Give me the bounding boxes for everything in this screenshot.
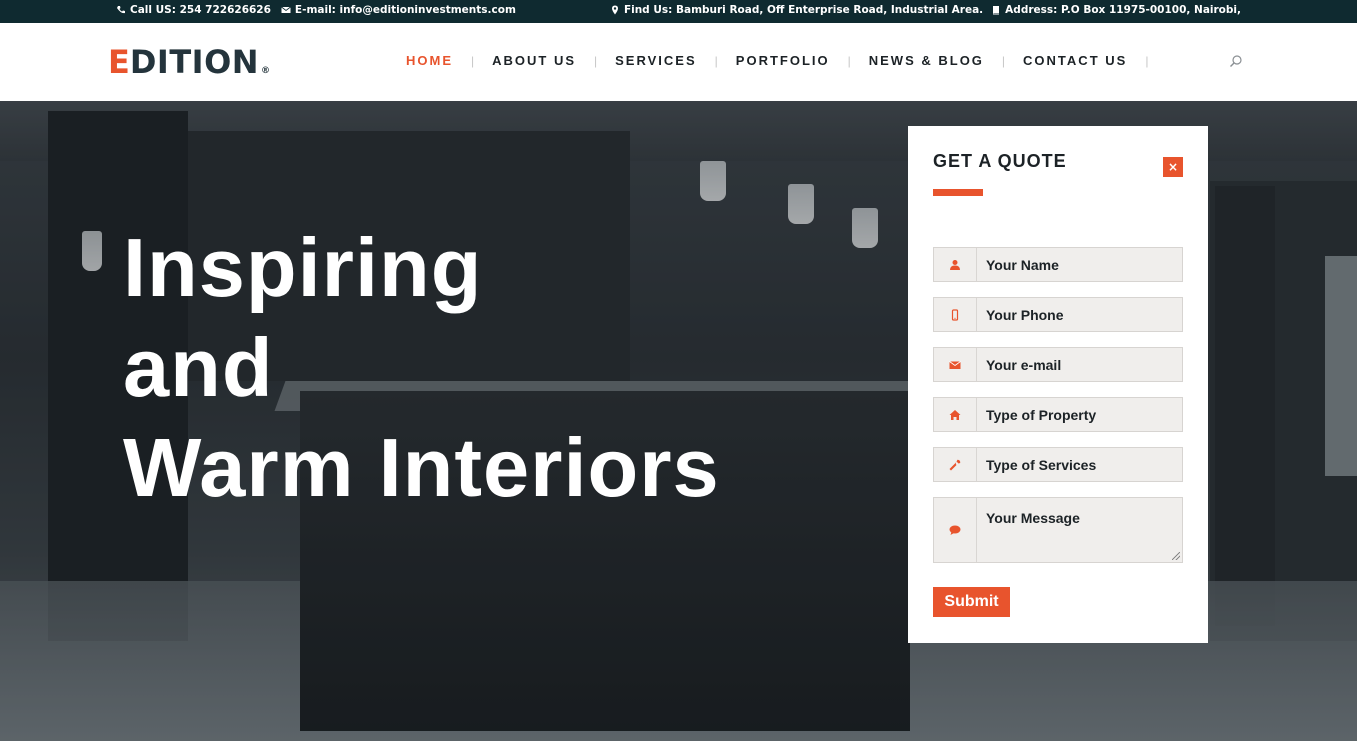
title-underline (933, 189, 983, 196)
book-icon (993, 6, 1000, 15)
comment-icon (949, 525, 961, 535)
nav-services[interactable]: SERVICES (606, 53, 706, 68)
nav-separator: | (471, 53, 475, 68)
property-type-field[interactable]: Type of Property (933, 397, 1183, 432)
nav-contact-us[interactable]: CONTACT US (1014, 53, 1136, 68)
close-button[interactable]: × (1163, 157, 1183, 177)
nav-news-blog[interactable]: NEWS & BLOG (860, 53, 993, 68)
email-field[interactable]: Your e-mail (933, 347, 1183, 382)
search-icon[interactable] (1229, 54, 1243, 68)
phone-field-icon-box (934, 298, 977, 331)
logo-letter-e: E (108, 43, 130, 81)
phone-field-placeholder: Your Phone (986, 306, 1064, 323)
address-info: Address: P.O Box 11975-00100, Nairobi, (991, 4, 1241, 16)
envelope-icon (949, 360, 961, 369)
quote-form-title: GET A QUOTE (933, 151, 1067, 171)
map-marker-icon (611, 5, 618, 15)
hero-line-1: Inspiring (123, 221, 483, 314)
user-icon (950, 259, 960, 270)
nav-separator: | (594, 53, 598, 68)
name-field[interactable]: Your Name (933, 247, 1183, 282)
submit-button[interactable]: Submit (933, 587, 1010, 617)
nav-home[interactable]: HOME (397, 53, 462, 68)
main-nav: HOME | ABOUT US | SERVICES | PORTFOLIO |… (397, 53, 1157, 68)
mobile-icon (951, 308, 959, 321)
nav-portfolio[interactable]: PORTFOLIO (727, 53, 839, 68)
phone-text: Call US: 254 722626626 (130, 4, 271, 16)
nav-separator: | (1001, 53, 1006, 68)
textarea-resize-handle[interactable] (1172, 552, 1180, 560)
hero-line-2: and (123, 321, 274, 414)
registered-mark: ® (261, 66, 271, 76)
location-info: Find Us: Bamburi Road, Off Enterprise Ro… (610, 4, 983, 16)
nav-separator: | (714, 53, 718, 68)
property-field-icon-box (934, 398, 977, 431)
home-icon (949, 409, 961, 420)
message-field-icon-box (934, 498, 977, 562)
nav-about-us[interactable]: ABOUT US (483, 53, 585, 68)
quote-form-panel: GET A QUOTE × Your Name Your Phone Your … (908, 126, 1208, 643)
site-logo[interactable]: E DITION ® (108, 43, 270, 81)
email-field-icon-box (934, 348, 977, 381)
hero-line-3: Warm Interiors (123, 421, 720, 514)
phone-icon (117, 6, 125, 14)
name-field-icon-box (934, 248, 977, 281)
service-type-field[interactable]: Type of Services (933, 447, 1183, 482)
nav-separator: | (847, 53, 851, 68)
logo-text: DITION (129, 43, 260, 81)
email-info[interactable]: E-mail: info@editioninvestments.com (281, 4, 516, 16)
location-text: Find Us: Bamburi Road, Off Enterprise Ro… (623, 4, 984, 16)
address-text: Address: P.O Box 11975-00100, Nairobi, (1005, 4, 1241, 16)
site-header: E DITION ® HOME | ABOUT US | SERVICES | PO… (0, 23, 1357, 101)
email-field-placeholder: Your e-mail (986, 356, 1062, 373)
services-field-placeholder: Type of Services (986, 456, 1097, 473)
message-textarea[interactable]: Your Message (933, 497, 1183, 563)
top-info-bar: Call US: 254 722626626 E-mail: info@edit… (0, 0, 1357, 23)
envelope-icon (281, 6, 291, 13)
email-text: E-mail: info@editioninvestments.com (294, 4, 516, 16)
property-field-placeholder: Type of Property (986, 406, 1097, 423)
message-field-placeholder: Your Message (986, 510, 1080, 526)
name-field-placeholder: Your Name (986, 256, 1059, 273)
wrench-icon (949, 459, 961, 470)
phone-info[interactable]: Call US: 254 722626626 (116, 4, 271, 16)
hero-headline: Inspiring and Warm Interiors (123, 218, 720, 518)
phone-field[interactable]: Your Phone (933, 297, 1183, 332)
nav-separator: | (1145, 53, 1149, 68)
services-field-icon-box (934, 448, 977, 481)
